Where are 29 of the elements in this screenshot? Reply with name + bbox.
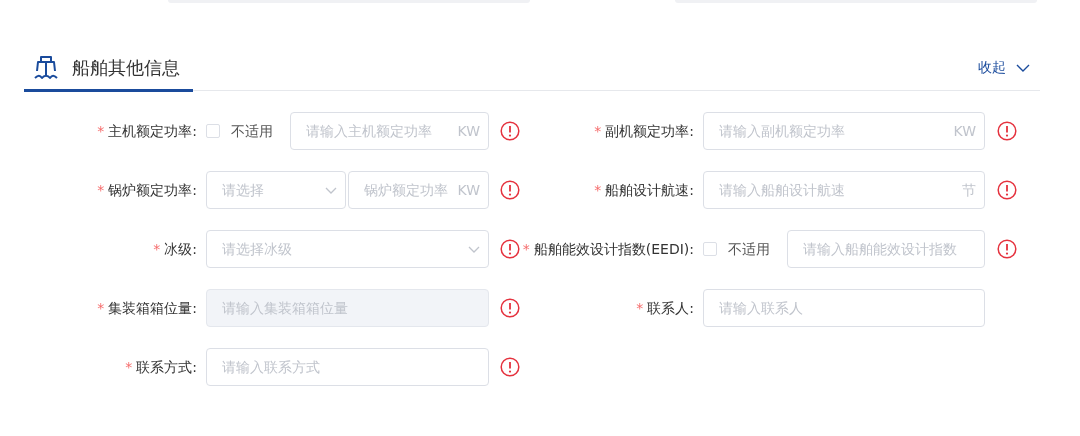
input-field[interactable]: 请输入联系方式 (206, 348, 489, 386)
checkbox[interactable] (703, 242, 717, 256)
field-label: * 锅炉额定功率: (97, 180, 197, 200)
input-field[interactable]: 请输入船舶能效设计指数 (787, 230, 985, 268)
input-field[interactable]: 请输入副机额定功率 KW (703, 112, 985, 150)
checkbox[interactable] (206, 124, 220, 138)
chevron-down-icon (468, 245, 480, 253)
input-field[interactable]: 请输入联系人 (703, 289, 985, 327)
section-tab[interactable]: 船舶其他信息 (24, 45, 193, 92)
field-label: * 集装箱箱位量: (97, 298, 197, 318)
field-label: * 船舶设计航速: (594, 180, 694, 200)
field-label: * 主机额定功率: (97, 121, 197, 141)
dropdown[interactable]: 请选择 (206, 171, 346, 209)
dropdown[interactable]: 请选择冰级 (206, 230, 489, 268)
chevron-down-icon (1016, 63, 1030, 72)
field-label: * 联系人: (636, 298, 694, 318)
field-label: * 冰级: (153, 239, 197, 259)
checkbox-label[interactable]: 不适用 (231, 120, 273, 142)
field-label: * 联系方式: (125, 357, 197, 377)
section-title: 船舶其他信息 (72, 55, 180, 80)
field-label: * 副机额定功率: (594, 121, 694, 141)
chevron-down-icon (325, 186, 337, 194)
checkbox-label[interactable]: 不适用 (728, 238, 770, 260)
input-field[interactable]: 请输入船舶设计航速 节 (703, 171, 985, 209)
ship-icon (33, 54, 59, 80)
input-field[interactable]: 请输入主机额定功率 KW (290, 112, 489, 150)
collapse-button[interactable]: 收起 (978, 57, 1030, 78)
field-label: * 船舶能效设计指数(EEDI): (522, 239, 694, 259)
input-field[interactable]: 锅炉额定功率 KW (348, 171, 489, 209)
